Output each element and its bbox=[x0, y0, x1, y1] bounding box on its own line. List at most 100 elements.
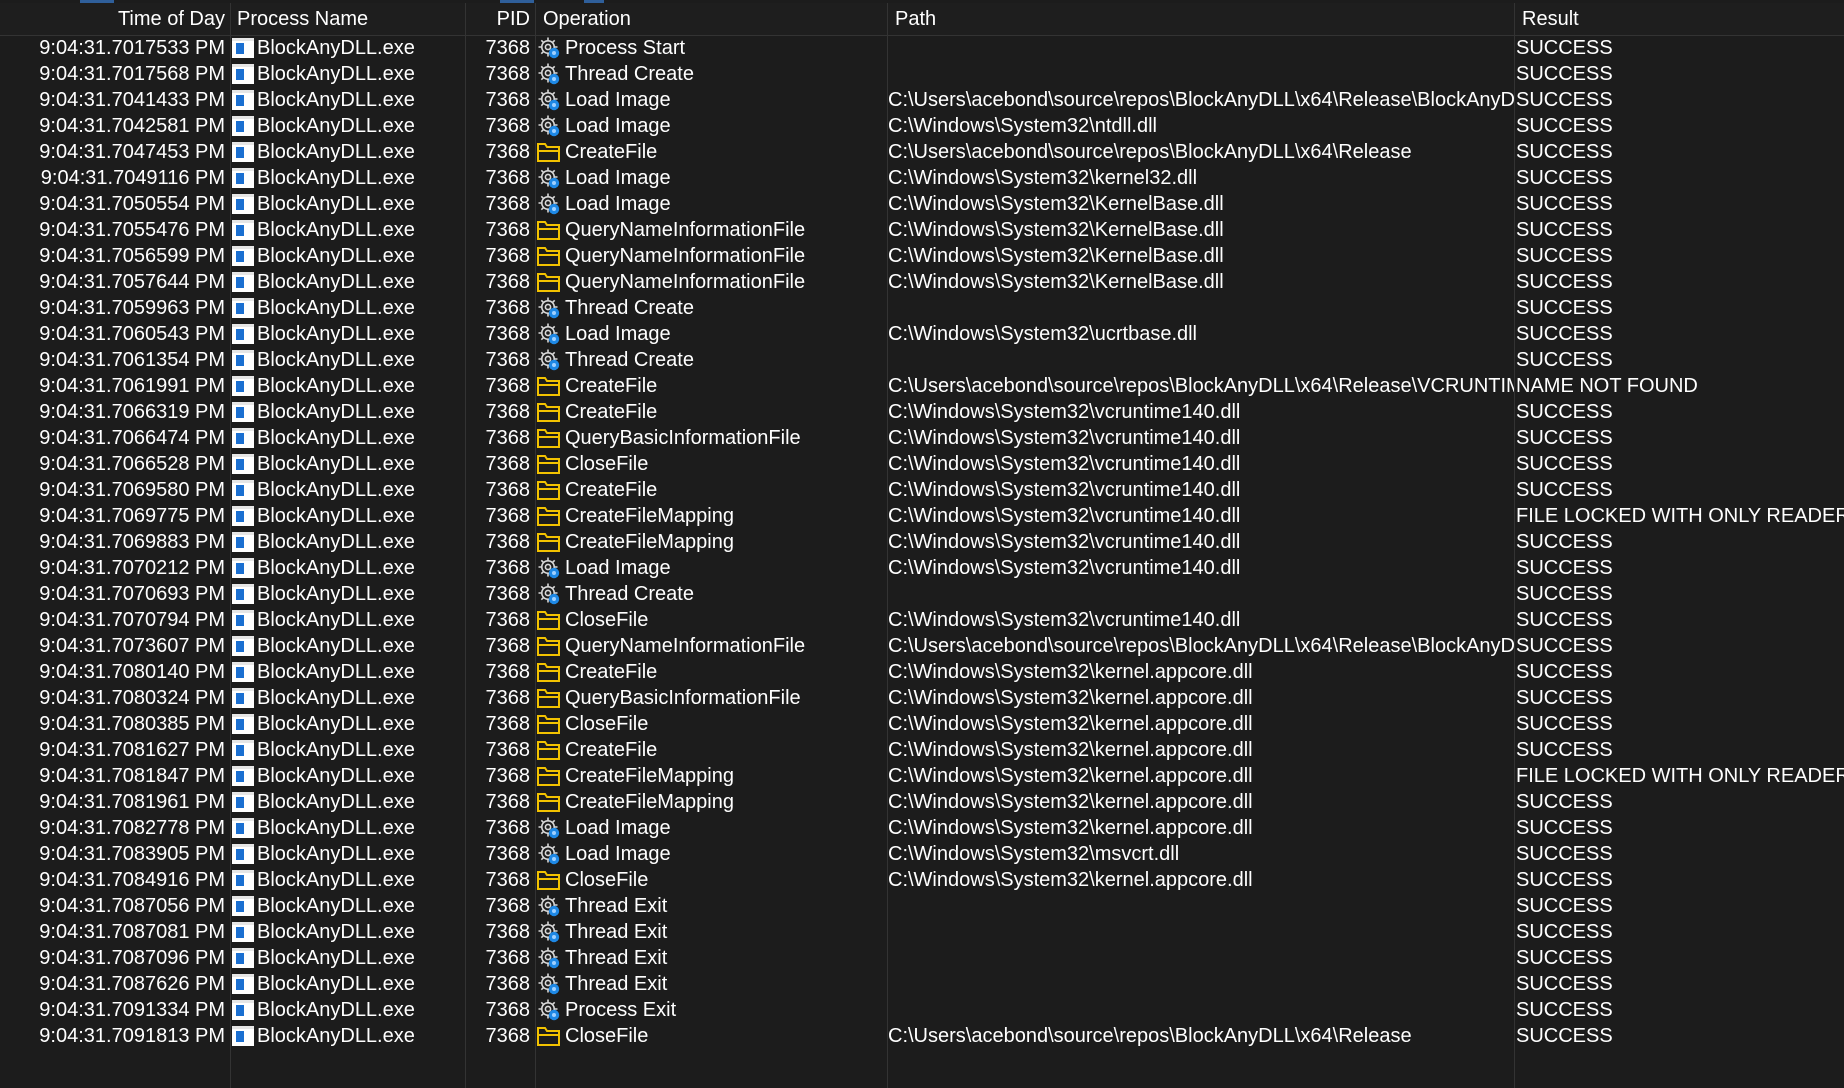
process-exe-icon bbox=[232, 1026, 254, 1046]
event-row[interactable]: 9:04:31.7066474 PM BlockAnyDLL.exe 7368 Que… bbox=[0, 425, 1844, 451]
event-operation: CreateFile bbox=[565, 661, 658, 683]
event-row[interactable]: 9:04:31.7061991 PM BlockAnyDLL.exe 7368 Cre… bbox=[0, 373, 1844, 399]
event-result: SUCCESS bbox=[1516, 739, 1613, 761]
event-row[interactable]: 9:04:31.7056599 PM BlockAnyDLL.exe 7368 Que… bbox=[0, 243, 1844, 269]
event-row[interactable]: 9:04:31.7073607 PM BlockAnyDLL.exe 7368 Que… bbox=[0, 633, 1844, 659]
event-operation: QueryBasicInformationFile bbox=[565, 427, 801, 449]
event-time: 9:04:31.7083905 PM bbox=[39, 843, 225, 865]
column-header-process[interactable]: Process Name bbox=[237, 3, 457, 35]
column-header-operation[interactable]: Operation bbox=[543, 3, 883, 35]
event-row[interactable]: 9:04:31.7069775 PM BlockAnyDLL.exe 7368 Cre… bbox=[0, 503, 1844, 529]
event-operation: Load Image bbox=[565, 115, 671, 137]
column-header-path[interactable]: Path bbox=[895, 3, 1505, 35]
event-row[interactable]: 9:04:31.7049116 PM BlockAnyDLL.exe 7368 Loa… bbox=[0, 165, 1844, 191]
event-row[interactable]: 9:04:31.7069580 PM BlockAnyDLL.exe 7368 Cre… bbox=[0, 477, 1844, 503]
event-row[interactable]: 9:04:31.7080140 PM BlockAnyDLL.exe 7368 Cre… bbox=[0, 659, 1844, 685]
event-row[interactable]: 9:04:31.7070794 PM BlockAnyDLL.exe 7368 Clo… bbox=[0, 607, 1844, 633]
event-pid: 7368 bbox=[485, 167, 531, 189]
event-pid: 7368 bbox=[485, 557, 531, 579]
event-result: NAME NOT FOUND bbox=[1516, 375, 1698, 397]
process-gear-icon bbox=[538, 193, 560, 215]
process-exe-icon bbox=[232, 376, 254, 396]
file-folder-icon bbox=[537, 663, 560, 682]
event-row[interactable]: 9:04:31.7061354 PM BlockAnyDLL.exe 7368 Thr… bbox=[0, 347, 1844, 373]
event-row[interactable]: 9:04:31.7091813 PM BlockAnyDLL.exe 7368 Clo… bbox=[0, 1023, 1844, 1049]
event-process-name: BlockAnyDLL.exe bbox=[257, 323, 415, 345]
event-path: C:\Windows\System32\vcruntime140.dll bbox=[888, 531, 1241, 553]
event-path bbox=[888, 971, 1514, 997]
event-path: C:\Windows\System32\kernel.appcore.dll bbox=[888, 765, 1253, 787]
event-row[interactable]: 9:04:31.7047453 PM BlockAnyDLL.exe 7368 Cre… bbox=[0, 139, 1844, 165]
process-exe-icon bbox=[232, 740, 254, 760]
event-operation: CreateFile bbox=[565, 401, 658, 423]
process-exe-icon bbox=[232, 350, 254, 370]
event-list: 9:04:31.7017533 PM BlockAnyDLL.exe 7368 Pro… bbox=[0, 35, 1844, 1049]
event-row[interactable]: 9:04:31.7087056 PM BlockAnyDLL.exe 7368 Thr… bbox=[0, 893, 1844, 919]
event-process-name: BlockAnyDLL.exe bbox=[257, 661, 415, 683]
column-header-result[interactable]: Result bbox=[1522, 3, 1822, 35]
event-pid: 7368 bbox=[485, 193, 531, 215]
event-process-name: BlockAnyDLL.exe bbox=[257, 739, 415, 761]
event-row[interactable]: 9:04:31.7050554 PM BlockAnyDLL.exe 7368 Loa… bbox=[0, 191, 1844, 217]
event-time: 9:04:31.7087081 PM bbox=[39, 921, 225, 943]
process-exe-icon bbox=[232, 402, 254, 422]
event-process-name: BlockAnyDLL.exe bbox=[257, 37, 415, 59]
file-folder-icon bbox=[537, 871, 560, 890]
event-pid: 7368 bbox=[485, 531, 531, 553]
event-process-name: BlockAnyDLL.exe bbox=[257, 375, 415, 397]
event-row[interactable]: 9:04:31.7070693 PM BlockAnyDLL.exe 7368 Thr… bbox=[0, 581, 1844, 607]
event-operation: Load Image bbox=[565, 817, 671, 839]
event-row[interactable]: 9:04:31.7082778 PM BlockAnyDLL.exe 7368 Loa… bbox=[0, 815, 1844, 841]
event-pid: 7368 bbox=[485, 37, 531, 59]
procmon-event-grid: Time of Day Process Name PID Operation P… bbox=[0, 0, 1844, 1088]
process-exe-icon bbox=[232, 1000, 254, 1020]
event-row[interactable]: 9:04:31.7087096 PM BlockAnyDLL.exe 7368 Thr… bbox=[0, 945, 1844, 971]
event-row[interactable]: 9:04:31.7042581 PM BlockAnyDLL.exe 7368 Loa… bbox=[0, 113, 1844, 139]
event-result: SUCCESS bbox=[1516, 1025, 1613, 1047]
event-operation: CloseFile bbox=[565, 869, 649, 891]
event-pid: 7368 bbox=[485, 141, 531, 163]
event-pid: 7368 bbox=[485, 349, 531, 371]
event-result: SUCCESS bbox=[1516, 115, 1613, 137]
event-path: C:\Windows\System32\KernelBase.dll bbox=[888, 219, 1224, 241]
file-folder-icon bbox=[537, 143, 560, 162]
event-row[interactable]: 9:04:31.7066319 PM BlockAnyDLL.exe 7368 Cre… bbox=[0, 399, 1844, 425]
event-result: SUCCESS bbox=[1516, 349, 1613, 371]
process-exe-icon bbox=[232, 168, 254, 188]
event-row[interactable]: 9:04:31.7080385 PM BlockAnyDLL.exe 7368 Clo… bbox=[0, 711, 1844, 737]
event-row[interactable]: 9:04:31.7081847 PM BlockAnyDLL.exe 7368 Cre… bbox=[0, 763, 1844, 789]
event-process-name: BlockAnyDLL.exe bbox=[257, 89, 415, 111]
event-row[interactable]: 9:04:31.7017568 PM BlockAnyDLL.exe 7368 Thr… bbox=[0, 61, 1844, 87]
event-row[interactable]: 9:04:31.7080324 PM BlockAnyDLL.exe 7368 Que… bbox=[0, 685, 1844, 711]
event-row[interactable]: 9:04:31.7059963 PM BlockAnyDLL.exe 7368 Thr… bbox=[0, 295, 1844, 321]
event-row[interactable]: 9:04:31.7069883 PM BlockAnyDLL.exe 7368 Cre… bbox=[0, 529, 1844, 555]
event-row[interactable]: 9:04:31.7084916 PM BlockAnyDLL.exe 7368 Clo… bbox=[0, 867, 1844, 893]
event-row[interactable]: 9:04:31.7091334 PM BlockAnyDLL.exe 7368 Pro… bbox=[0, 997, 1844, 1023]
event-row[interactable]: 9:04:31.7081961 PM BlockAnyDLL.exe 7368 Cre… bbox=[0, 789, 1844, 815]
event-result: SUCCESS bbox=[1516, 635, 1613, 657]
event-time: 9:04:31.7050554 PM bbox=[39, 193, 225, 215]
event-row[interactable]: 9:04:31.7057644 PM BlockAnyDLL.exe 7368 Que… bbox=[0, 269, 1844, 295]
event-row[interactable]: 9:04:31.7081627 PM BlockAnyDLL.exe 7368 Cre… bbox=[0, 737, 1844, 763]
column-header-pid[interactable]: PID bbox=[465, 3, 530, 35]
event-operation: CreateFile bbox=[565, 479, 658, 501]
column-header-time[interactable]: Time of Day bbox=[0, 3, 225, 35]
event-time: 9:04:31.7056599 PM bbox=[39, 245, 225, 267]
event-row[interactable]: 9:04:31.7060543 PM BlockAnyDLL.exe 7368 Loa… bbox=[0, 321, 1844, 347]
event-row[interactable]: 9:04:31.7041433 PM BlockAnyDLL.exe 7368 Loa… bbox=[0, 87, 1844, 113]
event-row[interactable]: 9:04:31.7070212 PM BlockAnyDLL.exe 7368 Loa… bbox=[0, 555, 1844, 581]
event-row[interactable]: 9:04:31.7083905 PM BlockAnyDLL.exe 7368 Loa… bbox=[0, 841, 1844, 867]
event-result: SUCCESS bbox=[1516, 973, 1613, 995]
event-row[interactable]: 9:04:31.7087626 PM BlockAnyDLL.exe 7368 Thr… bbox=[0, 971, 1844, 997]
event-pid: 7368 bbox=[485, 63, 531, 85]
event-time: 9:04:31.7017568 PM bbox=[39, 63, 225, 85]
event-row[interactable]: 9:04:31.7087081 PM BlockAnyDLL.exe 7368 Thr… bbox=[0, 919, 1844, 945]
event-pid: 7368 bbox=[485, 791, 531, 813]
event-pid: 7368 bbox=[485, 583, 531, 605]
process-gear-icon bbox=[538, 817, 560, 839]
event-row[interactable]: 9:04:31.7066528 PM BlockAnyDLL.exe 7368 Clo… bbox=[0, 451, 1844, 477]
event-time: 9:04:31.7081627 PM bbox=[39, 739, 225, 761]
event-row[interactable]: 9:04:31.7017533 PM BlockAnyDLL.exe 7368 Pro… bbox=[0, 35, 1844, 61]
event-row[interactable]: 9:04:31.7055476 PM BlockAnyDLL.exe 7368 Que… bbox=[0, 217, 1844, 243]
event-operation: CloseFile bbox=[565, 713, 649, 735]
